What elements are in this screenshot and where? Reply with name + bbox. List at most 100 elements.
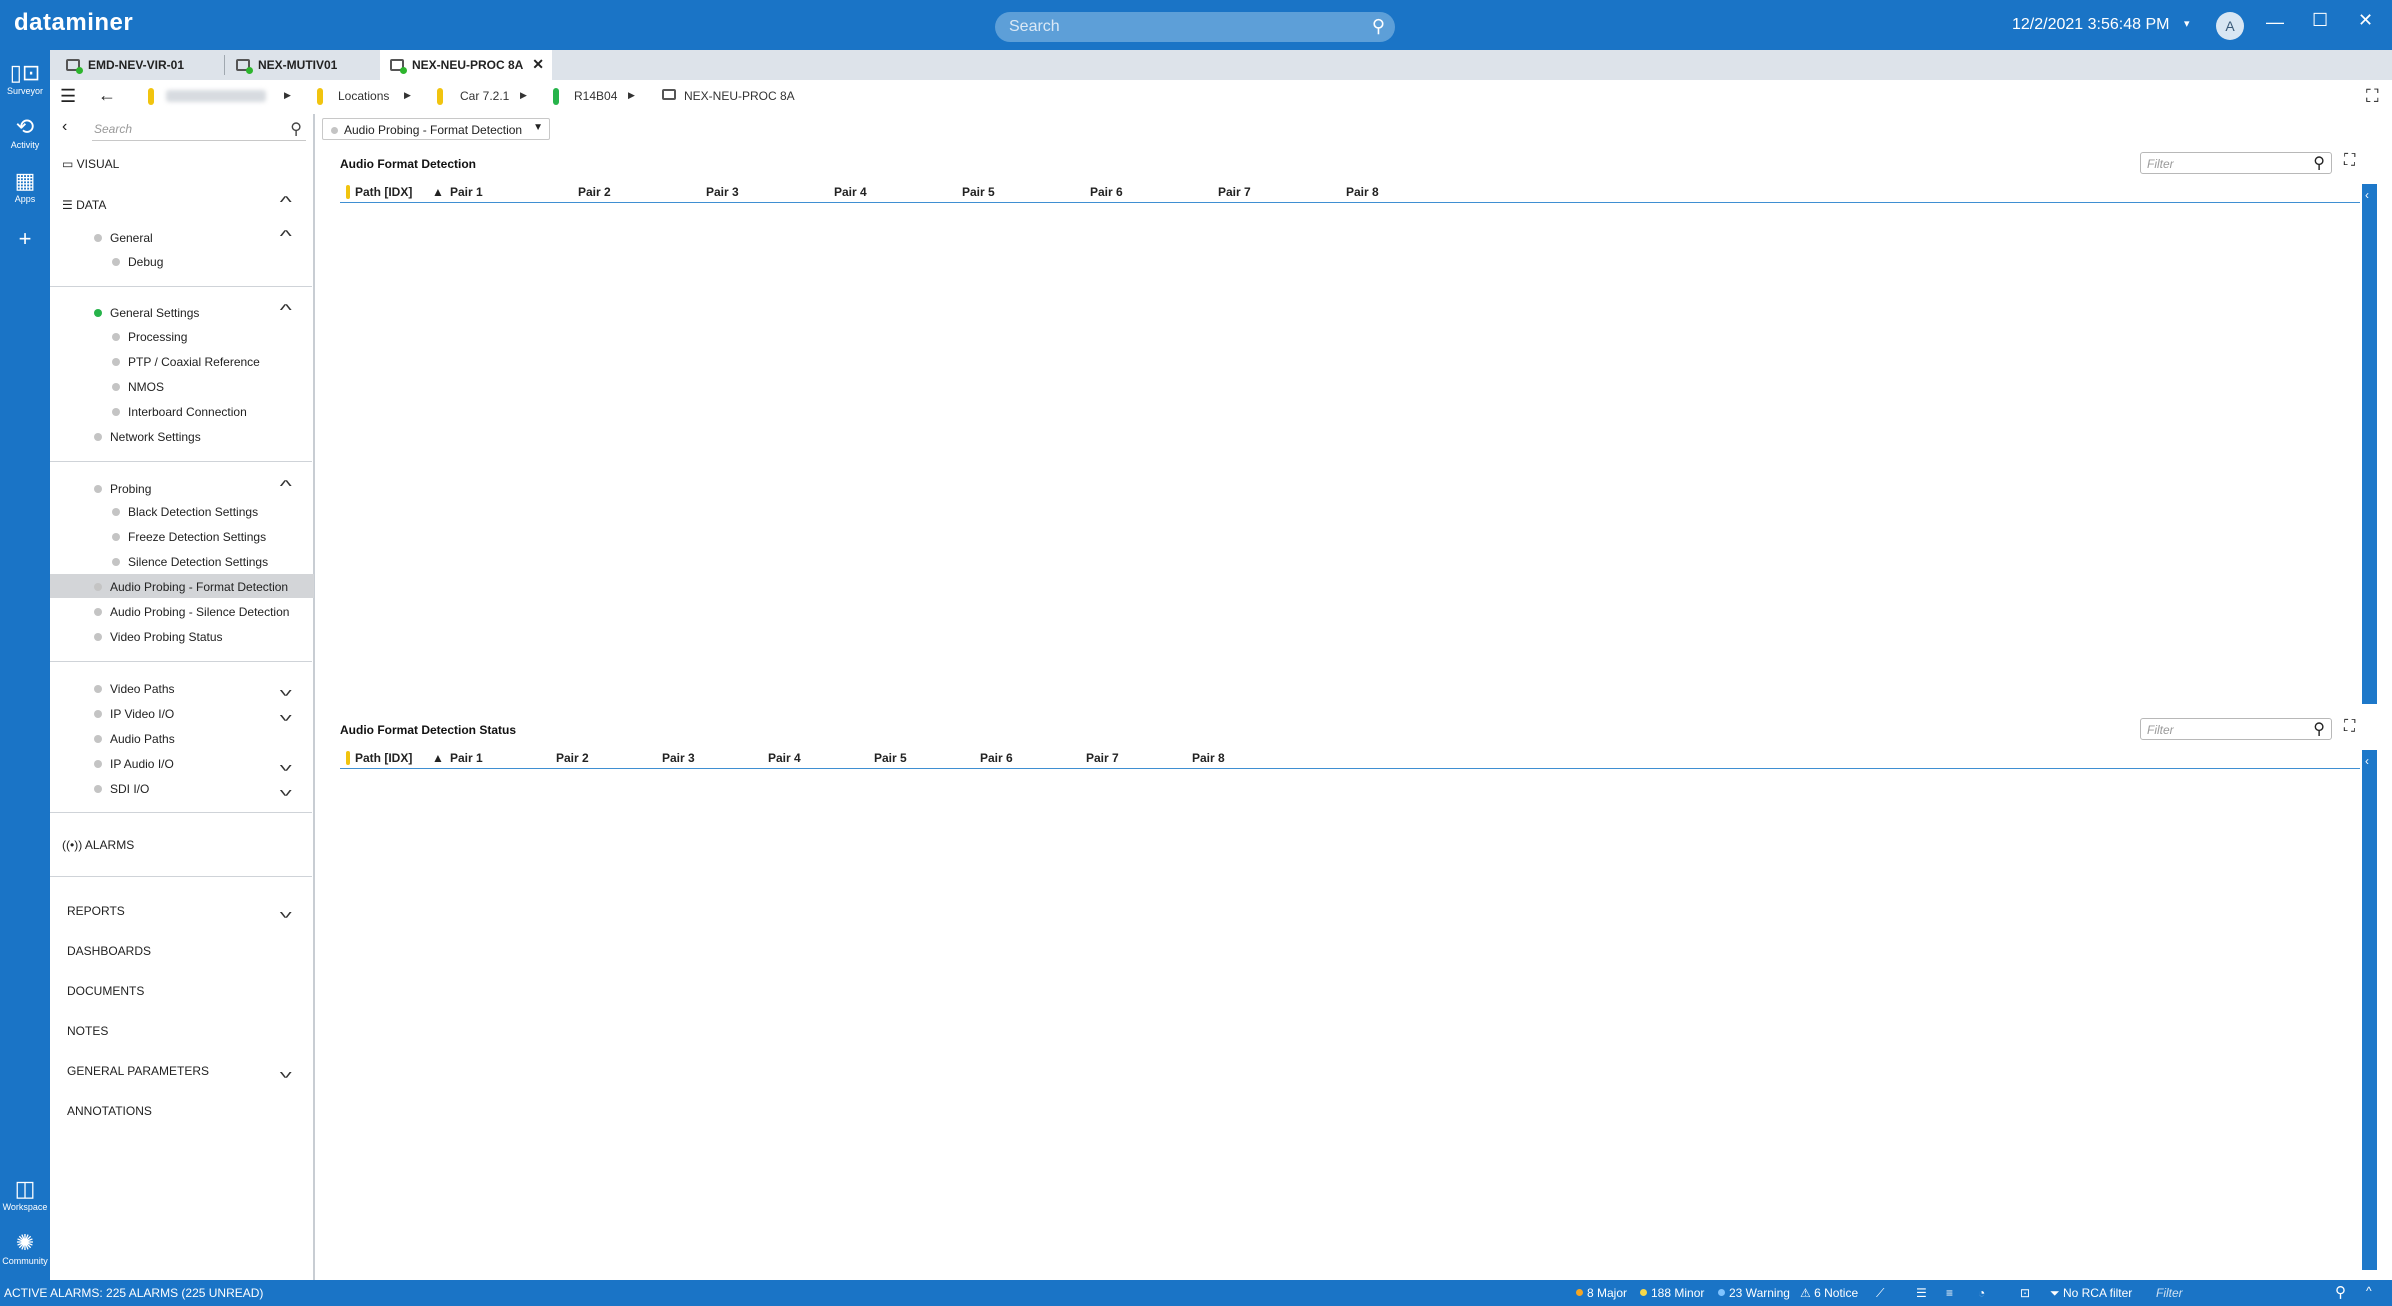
nav-general-parameters[interactable]: GENERAL PARAMETERS	[67, 1064, 209, 1078]
nav-network-settings[interactable]: Network Settings	[94, 430, 201, 444]
trend-icon[interactable]: ⟋	[1876, 1286, 1884, 1301]
column-header-pair4[interactable]: Pair 4	[834, 185, 867, 199]
tab-nex-neu-proc-8a[interactable]: NEX-NEU-PROC 8A ✕	[380, 50, 552, 80]
chevron-up-icon[interactable]: ^	[280, 302, 292, 320]
global-search-input[interactable]: Search ⚲	[995, 12, 1395, 42]
blurred-view-name[interactable]	[166, 90, 266, 102]
focus-icon[interactable]: ⊡	[2020, 1286, 2030, 1300]
rail-apps[interactable]: ▦ Apps	[0, 168, 50, 204]
rail-activity[interactable]: ⟲ Activity	[0, 114, 50, 150]
chevron-up-icon[interactable]: ^	[280, 478, 292, 496]
expand-icon[interactable]: ⛶	[2344, 718, 2355, 736]
maximize-icon[interactable]: ☐	[2312, 10, 2328, 31]
breadcrumb-element[interactable]: NEX-NEU-PROC 8A	[684, 89, 795, 103]
chevron-down-icon[interactable]: ^	[280, 680, 292, 698]
nav-audio-format-detection[interactable]: Audio Probing - Format Detection	[94, 580, 288, 594]
alarm-count-major[interactable]: 8 Major	[1576, 1286, 1627, 1300]
rail-community[interactable]: ✺ Community	[0, 1230, 50, 1266]
chevron-up-icon[interactable]: ^	[280, 228, 292, 246]
column-header-path[interactable]: Path [IDX]	[355, 185, 412, 199]
history-icon[interactable]: ◔	[1978, 1286, 1985, 1300]
chevron-down-icon[interactable]: ^	[280, 902, 292, 920]
search-icon[interactable]: ⚲	[2335, 1283, 2346, 1301]
list-view-icon[interactable]: ☰	[1916, 1286, 1927, 1300]
column-header-pair7[interactable]: Pair 7	[1086, 751, 1119, 765]
rail-workspace[interactable]: ◫ Workspace	[0, 1176, 50, 1212]
alarm-count-notice[interactable]: ⚠ 6 Notice	[1800, 1286, 1858, 1300]
column-header-pair5[interactable]: Pair 5	[962, 185, 995, 199]
nav-sdi-io[interactable]: SDI I/O	[94, 782, 149, 796]
status-filter-input[interactable]: Filter ⚲	[2150, 1282, 2350, 1304]
rail-add[interactable]: +	[0, 226, 50, 252]
sort-asc-icon[interactable]: ▲	[432, 185, 444, 199]
nav-ip-video-io[interactable]: IP Video I/O	[94, 707, 174, 721]
nav-debug[interactable]: Debug	[112, 255, 163, 269]
alarm-count-minor[interactable]: 188 Minor	[1640, 1286, 1704, 1300]
nav-interboard[interactable]: Interboard Connection	[112, 405, 247, 419]
nav-audio-silence-detection[interactable]: Audio Probing - Silence Detection	[94, 605, 289, 619]
column-header-path[interactable]: Path [IDX]	[355, 751, 412, 765]
column-header-pair2[interactable]: Pair 2	[578, 185, 611, 199]
nav-reports[interactable]: REPORTS	[67, 904, 125, 918]
column-header-pair6[interactable]: Pair 6	[1090, 185, 1123, 199]
nav-black-detection[interactable]: Black Detection Settings	[112, 505, 258, 519]
nav-video-paths[interactable]: Video Paths	[94, 682, 175, 696]
side-search-input[interactable]: Search ⚲	[92, 117, 306, 141]
nav-dashboards[interactable]: DASHBOARDS	[67, 944, 151, 958]
breadcrumb-locations[interactable]: Locations	[338, 89, 389, 103]
nav-video-probing-status[interactable]: Video Probing Status	[94, 630, 223, 644]
table1-scrollbar[interactable]	[2362, 184, 2377, 704]
rail-surveyor[interactable]: ▯⊡ Surveyor	[0, 60, 50, 96]
column-header-pair6[interactable]: Pair 6	[980, 751, 1013, 765]
chevron-left-icon[interactable]: ‹	[2365, 188, 2369, 202]
column-header-pair1[interactable]: Pair 1	[450, 751, 483, 765]
column-header-pair7[interactable]: Pair 7	[1218, 185, 1251, 199]
nav-processing[interactable]: Processing	[112, 330, 187, 344]
table2-filter-input[interactable]: Filter ⚲	[2140, 718, 2332, 740]
column-header-pair5[interactable]: Pair 5	[874, 751, 907, 765]
nav-nmos[interactable]: NMOS	[112, 380, 164, 394]
alarm-count-warning[interactable]: 23 Warning	[1718, 1286, 1790, 1300]
breadcrumb-rack[interactable]: R14B04	[574, 89, 617, 103]
column-header-pair3[interactable]: Pair 3	[706, 185, 739, 199]
nav-audio-paths[interactable]: Audio Paths	[94, 732, 175, 746]
tab-emd-nev-vir-01[interactable]: EMD-NEV-VIR-01	[66, 50, 226, 80]
minimize-icon[interactable]: —	[2266, 12, 2284, 33]
tab-nex-mutiv01[interactable]: NEX-MUTIV01	[236, 50, 386, 80]
back-arrow-icon[interactable]: ←	[98, 85, 116, 106]
chevron-down-icon[interactable]: ^	[280, 755, 292, 773]
column-header-pair3[interactable]: Pair 3	[662, 751, 695, 765]
expand-icon[interactable]: ⛶	[2344, 152, 2355, 170]
chevron-down-icon[interactable]: ^	[280, 780, 292, 798]
chevron-up-icon[interactable]: ^	[2366, 1284, 2372, 1298]
sort-icon[interactable]: ≡	[1946, 1286, 1953, 1300]
nav-general-settings[interactable]: General Settings	[94, 306, 199, 320]
chevron-down-icon[interactable]: ^	[280, 1062, 292, 1080]
nav-data[interactable]: ☰ DATA	[62, 198, 106, 212]
table1-filter-input[interactable]: Filter ⚲	[2140, 152, 2332, 174]
nav-probing[interactable]: Probing	[94, 482, 151, 496]
nav-visual[interactable]: ▭ VISUAL	[62, 157, 119, 171]
column-header-pair1[interactable]: Pair 1	[450, 185, 483, 199]
user-avatar[interactable]: A	[2216, 12, 2244, 40]
collapse-panel-icon[interactable]: ‹	[62, 118, 67, 136]
nav-general[interactable]: General	[94, 231, 153, 245]
column-header-pair8[interactable]: Pair 8	[1346, 185, 1379, 199]
active-alarms-summary[interactable]: ACTIVE ALARMS: 225 ALARMS (225 UNREAD)	[4, 1286, 263, 1300]
nav-freeze-detection[interactable]: Freeze Detection Settings	[112, 530, 266, 544]
fullscreen-icon[interactable]: ⛶	[2366, 86, 2379, 107]
breadcrumb-car[interactable]: Car 7.2.1	[460, 89, 509, 103]
search-icon[interactable]: ⚲	[2313, 719, 2325, 739]
column-header-pair8[interactable]: Pair 8	[1192, 751, 1225, 765]
clock-dropdown-icon[interactable]: ▾	[2184, 17, 2190, 30]
search-icon[interactable]: ⚲	[2313, 153, 2325, 173]
hamburger-icon[interactable]: ☰	[60, 86, 76, 107]
nav-alarms[interactable]: ((•)) ALARMS	[62, 838, 134, 852]
chevron-down-icon[interactable]: ^	[280, 705, 292, 723]
close-window-icon[interactable]: ✕	[2358, 10, 2373, 31]
chevron-left-icon[interactable]: ‹	[2365, 754, 2369, 768]
search-icon[interactable]: ⚲	[1372, 16, 1385, 37]
chevron-up-icon[interactable]: ^	[280, 194, 292, 212]
table2-scrollbar[interactable]	[2362, 750, 2377, 1270]
page-selector-dropdown[interactable]: Audio Probing - Format Detection ▼	[322, 118, 550, 140]
